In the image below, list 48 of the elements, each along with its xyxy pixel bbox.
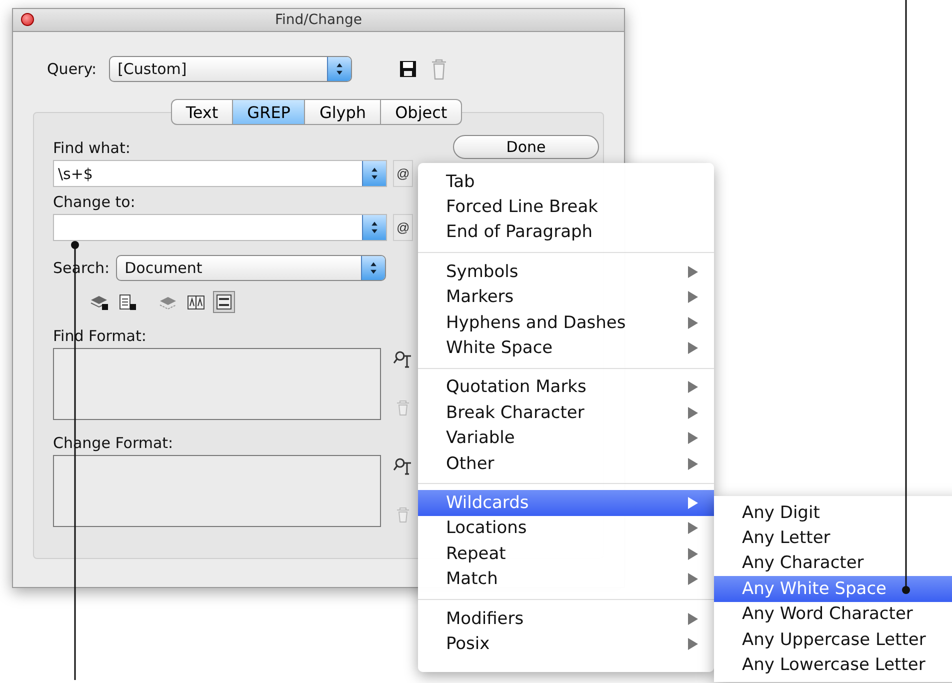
magnifier-icon[interactable] <box>393 457 413 477</box>
menu-item[interactable]: White Space <box>418 335 714 361</box>
menu-item[interactable]: Tab <box>418 169 714 194</box>
menu-item[interactable]: Forced Line Break <box>418 194 714 220</box>
special-characters-button[interactable]: @ <box>393 160 413 187</box>
close-button[interactable] <box>21 13 34 26</box>
menu-item[interactable]: Locations <box>418 516 714 542</box>
stepper-icon <box>360 256 385 280</box>
done-button[interactable]: Done <box>453 135 599 159</box>
change-to-field[interactable] <box>53 214 388 241</box>
menu-item[interactable]: Symbols <box>418 259 714 285</box>
query-label: Query: <box>47 60 97 78</box>
special-characters-button[interactable]: @ <box>393 214 413 241</box>
menu-item[interactable]: Any White Space <box>714 576 952 602</box>
tab[interactable]: GREP <box>233 99 306 125</box>
query-dropdown[interactable]: [Custom] <box>108 56 352 82</box>
menu-item[interactable]: Any Letter <box>714 525 952 551</box>
menu-item[interactable]: Quotation Marks <box>418 374 714 400</box>
find-what-label: Find what: <box>53 139 132 157</box>
find-what-field[interactable]: \s+$ <box>53 160 388 187</box>
menu-item[interactable]: Any Lowercase Letter <box>714 652 952 678</box>
menu-item[interactable]: Hyphens and Dashes <box>418 310 714 336</box>
tab[interactable]: Text <box>170 99 234 125</box>
menu-item[interactable]: Any Digit <box>714 500 952 526</box>
menu-item[interactable]: Variable <box>418 426 714 451</box>
menu-item[interactable]: Break Character <box>418 400 714 426</box>
tab[interactable]: Glyph <box>305 99 382 125</box>
document-icon[interactable] <box>213 291 235 313</box>
menu-item[interactable]: Markers <box>418 284 714 310</box>
save-icon[interactable] <box>398 59 418 79</box>
menu-item[interactable]: Wildcards <box>418 490 714 516</box>
menu-item[interactable]: Match <box>418 566 714 592</box>
menu-item[interactable]: Posix <box>418 631 714 657</box>
window-title: Find/Change <box>274 12 362 28</box>
search-dropdown[interactable]: Document <box>116 255 386 281</box>
menu-item[interactable]: End of Paragraph <box>418 220 714 246</box>
stepper-icon <box>362 215 386 240</box>
menu-item[interactable]: Any Word Character <box>714 602 952 627</box>
stepper-icon <box>362 161 386 186</box>
tab[interactable]: Object <box>381 99 462 125</box>
menu-item[interactable]: Repeat <box>418 541 714 566</box>
menu-item[interactable]: Any Uppercase Letter <box>714 626 952 652</box>
menu-item[interactable]: Other <box>418 450 714 476</box>
magnifier-icon[interactable] <box>393 350 413 370</box>
menu-item[interactable]: Modifiers <box>418 606 714 632</box>
stepper-icon <box>326 57 351 81</box>
change-to-label: Change to: <box>53 193 136 211</box>
menu-item[interactable]: Any Character <box>714 550 952 576</box>
